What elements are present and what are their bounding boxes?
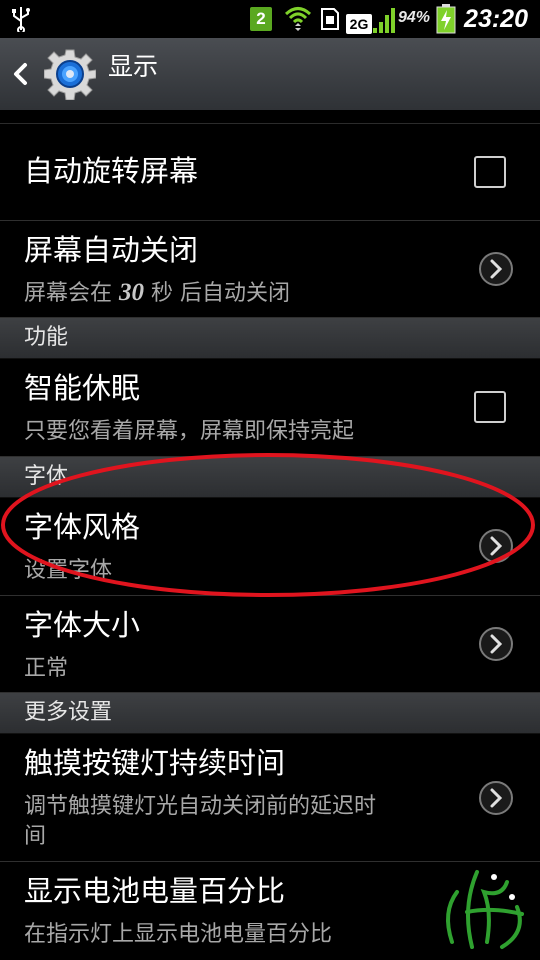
item-title: 显示电池电量百分比 xyxy=(24,874,286,908)
screen-timeout-item[interactable]: 屏幕自动关闭 屏幕会在 30 秒 后自动关闭 xyxy=(0,221,540,318)
item-subtitle: 设置字体 xyxy=(24,558,113,583)
battery-percent: 94% xyxy=(398,9,431,26)
chevron-right-icon xyxy=(479,627,513,661)
settings-list: 自动旋转屏幕 屏幕自动关闭 屏幕会在 30 秒 后自动关闭 功能 智能休眠 只要… xyxy=(0,110,540,958)
item-title: 触摸按键灯持续时间 xyxy=(24,746,286,780)
clock: 23:20 xyxy=(464,5,528,33)
gear-icon xyxy=(44,49,96,100)
item-subtitle-line2: 间 xyxy=(24,824,47,849)
section-header-font: 字体 xyxy=(0,457,540,498)
item-subtitle-line1: 调节触摸键灯光自动关闭前的延迟时 xyxy=(24,794,377,819)
sim-slot-icon: 2 xyxy=(250,7,272,31)
item-subtitle: 屏幕会在 30 秒 后自动关闭 xyxy=(24,275,290,307)
item-title: 自动旋转屏幕 xyxy=(24,154,199,188)
touch-key-light-duration-item[interactable]: 触摸按键灯持续时间 调节触摸键灯光自动关闭前的延迟时 间 xyxy=(0,734,540,862)
font-size-item[interactable]: 字体大小 正常 xyxy=(0,596,540,693)
item-subtitle: 只要您看着屏幕，屏幕即保持亮起 xyxy=(24,419,355,444)
battery-charging-icon xyxy=(436,4,456,34)
timeout-seconds: 30 xyxy=(119,279,145,306)
usb-icon xyxy=(12,7,30,32)
page-title: 显示 xyxy=(108,52,159,81)
item-title: 字体大小 xyxy=(24,608,141,642)
auto-rotate-checkbox[interactable] xyxy=(474,156,506,188)
section-header-function: 功能 xyxy=(0,318,540,359)
sd-card-icon xyxy=(321,8,339,30)
list-top-spacer xyxy=(0,110,540,124)
back-chevron-icon[interactable] xyxy=(10,60,30,88)
wifi-icon xyxy=(284,7,312,31)
item-title: 屏幕自动关闭 xyxy=(24,233,199,267)
status-bar: 2 2G 94% 23:20 xyxy=(0,0,540,38)
smart-stay-checkbox[interactable] xyxy=(474,391,506,423)
item-subtitle: 正常 xyxy=(24,656,69,681)
item-title: 字体风格 xyxy=(24,510,141,544)
section-header-more-settings: 更多设置 xyxy=(0,693,540,734)
watermark-logo xyxy=(446,870,524,949)
item-subtitle: 在指示灯上显示电池电量百分比 xyxy=(24,922,333,947)
chevron-right-icon xyxy=(479,529,513,563)
network-type-badge: 2G xyxy=(346,14,372,34)
item-title: 智能休眠 xyxy=(24,371,141,405)
chevron-right-icon xyxy=(479,781,513,815)
font-style-item[interactable]: 字体风格 设置字体 xyxy=(0,498,540,596)
chevron-right-icon xyxy=(479,252,513,286)
action-bar: 显示 xyxy=(0,38,540,111)
subtitle-prefix: 屏幕会在 xyxy=(24,281,113,306)
auto-rotate-screen-item[interactable]: 自动旋转屏幕 xyxy=(0,124,540,221)
signal-strength-icon xyxy=(373,8,395,33)
smart-stay-item[interactable]: 智能休眠 只要您看着屏幕，屏幕即保持亮起 xyxy=(0,359,540,457)
subtitle-suffix: 秒 后自动关闭 xyxy=(151,281,291,306)
